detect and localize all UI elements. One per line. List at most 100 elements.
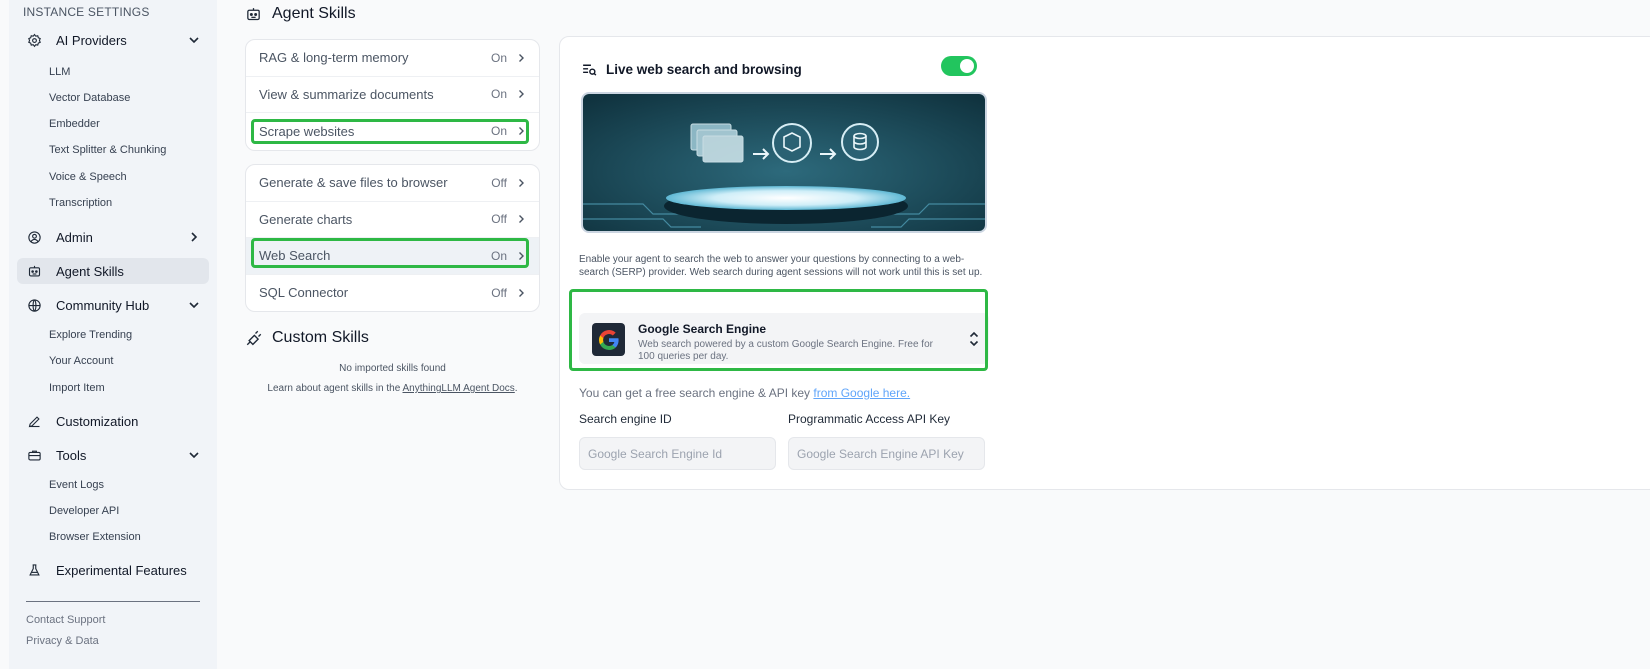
custom-skills-title: Custom Skills	[272, 329, 369, 346]
sidebar-item-tools[interactable]: Tools	[17, 442, 209, 468]
sidebar-item-ai-providers[interactable]: AI Providers	[17, 27, 209, 53]
api-key-input[interactable]	[788, 437, 985, 470]
api-key-label: Programmatic Access API Key	[788, 412, 951, 426]
list-search-icon	[583, 64, 597, 76]
skill-row-scrape-websites[interactable]: Scrape websites On	[246, 113, 539, 150]
enable-toggle[interactable]	[941, 56, 977, 76]
detail-title: Live web search and browsing	[606, 61, 802, 77]
sidebar-item-label: Tools	[56, 447, 87, 463]
search-provider-description: Web search powered by a custom Google Se…	[638, 339, 933, 362]
sidebar-item-transcription[interactable]: Transcription	[49, 197, 112, 209]
sidebar: INSTANCE SETTINGS AI Providers LLM Vecto…	[9, 0, 217, 669]
chevron-right-icon	[191, 232, 198, 242]
chevron-right-icon	[519, 90, 524, 99]
sidebar-item-experimental-features[interactable]: Experimental Features	[17, 557, 209, 583]
chevron-down-icon	[189, 37, 199, 44]
skill-row-generate-charts[interactable]: Generate charts Off	[246, 202, 539, 238]
skill-row-generate-files[interactable]: Generate & save files to browser Off	[246, 165, 539, 202]
skill-name: Web Search	[259, 248, 331, 264]
google-api-link[interactable]: from Google here.	[813, 386, 910, 400]
privacy-data-link[interactable]: Privacy & Data	[26, 635, 99, 647]
sidebar-item-agent-skills[interactable]: Agent Skills	[17, 258, 209, 284]
chevron-up-down-icon	[969, 331, 979, 347]
sidebar-item-embedder[interactable]: Embedder	[49, 118, 100, 130]
learn-more-prefix: Learn about agent skills in the	[267, 383, 403, 394]
chevron-right-icon	[519, 215, 524, 224]
skills-group-default: RAG & long-term memory On View & summari…	[245, 39, 540, 151]
chevron-right-icon	[519, 288, 524, 297]
google-logo-icon	[592, 323, 625, 356]
no-custom-skills-text: No imported skills found	[339, 363, 446, 374]
detail-description: Enable your agent to search the web to a…	[579, 254, 983, 278]
api-key-hint: You can get a free search engine & API k…	[579, 386, 910, 400]
agent-docs-link[interactable]: AnythingLLM Agent Docs	[403, 383, 515, 394]
page-header: Agent Skills	[245, 3, 356, 25]
skill-row-rag-memory[interactable]: RAG & long-term memory On	[246, 40, 539, 77]
sidebar-item-vector-database[interactable]: Vector Database	[49, 92, 130, 104]
sidebar-item-label: Experimental Features	[56, 562, 187, 578]
chevron-right-icon	[519, 251, 524, 260]
search-provider-select[interactable]: Google Search Engine Web search powered …	[579, 313, 989, 364]
sidebar-item-browser-extension[interactable]: Browser Extension	[49, 531, 141, 543]
contact-support-link[interactable]: Contact Support	[26, 614, 106, 626]
learn-more-suffix: .	[514, 383, 518, 394]
search-provider-name: Google Search Engine	[638, 322, 767, 336]
sidebar-item-llm[interactable]: LLM	[49, 66, 70, 78]
sidebar-item-label: Customization	[56, 413, 139, 429]
skill-row-web-search[interactable]: Web Search On	[246, 238, 539, 275]
robot-icon	[26, 263, 42, 279]
skill-state: On	[490, 248, 507, 263]
sidebar-divider	[26, 601, 200, 602]
sidebar-item-text-splitter[interactable]: Text Splitter & Chunking	[49, 144, 166, 156]
chevron-right-icon	[519, 178, 524, 187]
sidebar-item-voice-speech[interactable]: Voice & Speech	[49, 171, 127, 183]
pencil-icon	[26, 413, 42, 429]
sidebar-item-community-hub[interactable]: Community Hub	[17, 292, 209, 318]
user-gear-icon	[26, 229, 42, 245]
chevron-down-icon	[189, 452, 199, 459]
skills-group-optional: Generate & save files to browser Off Gen…	[245, 164, 540, 312]
skill-state: On	[490, 50, 507, 65]
robot-icon	[247, 7, 260, 20]
api-key-hint-prefix: You can get a free search engine & API k…	[579, 386, 814, 400]
chevron-down-icon	[189, 302, 199, 309]
skill-detail-panel: Live web search and browsing Enable your…	[559, 36, 1650, 490]
sidebar-item-admin[interactable]: Admin	[17, 224, 209, 250]
skill-name: View & summarize documents	[259, 86, 434, 102]
flask-icon	[26, 562, 42, 578]
app-window: INSTANCE SETTINGS AI Providers LLM Vecto…	[0, 0, 1650, 669]
sidebar-item-developer-api[interactable]: Developer API	[49, 505, 119, 517]
skill-row-view-summarize[interactable]: View & summarize documents On	[246, 77, 539, 113]
search-engine-id-input[interactable]	[579, 437, 776, 470]
detail-header: Live web search and browsing	[581, 56, 802, 82]
sidebar-item-event-logs[interactable]: Event Logs	[49, 479, 104, 491]
sidebar-item-label: Community Hub	[56, 297, 150, 313]
skill-row-sql-connector[interactable]: SQL Connector Off	[246, 275, 539, 312]
sidebar-heading: INSTANCE SETTINGS	[23, 5, 150, 19]
plug-icon	[246, 330, 262, 346]
sidebar-item-customization[interactable]: Customization	[17, 408, 209, 434]
skill-name: RAG & long-term memory	[259, 50, 409, 66]
search-engine-id-label: Search engine ID	[579, 412, 672, 426]
sidebar-item-label: Admin	[56, 229, 93, 245]
sidebar-item-label: AI Providers	[56, 32, 127, 48]
sidebar-item-import-item[interactable]: Import Item	[49, 382, 105, 394]
learn-more-text: Learn about agent skills in the Anything…	[245, 383, 540, 394]
custom-skills-header: Custom Skills	[245, 327, 369, 349]
skill-state: Off	[491, 175, 507, 190]
skill-state: Off	[491, 285, 507, 300]
skill-name: Scrape websites	[259, 123, 355, 139]
toolbox-icon	[26, 447, 42, 463]
skill-name: SQL Connector	[259, 285, 349, 301]
web-search-illustration	[581, 92, 987, 233]
page-title: Agent Skills	[272, 5, 356, 22]
skill-state: On	[490, 124, 507, 139]
skill-name: Generate charts	[259, 211, 353, 227]
gear-icon	[26, 32, 42, 48]
toggle-knob	[960, 59, 974, 73]
chevron-right-icon	[519, 127, 524, 136]
skill-state: On	[490, 87, 507, 102]
sidebar-item-your-account[interactable]: Your Account	[49, 355, 113, 367]
sidebar-item-label: Agent Skills	[56, 263, 124, 279]
sidebar-item-explore-trending[interactable]: Explore Trending	[49, 329, 132, 341]
